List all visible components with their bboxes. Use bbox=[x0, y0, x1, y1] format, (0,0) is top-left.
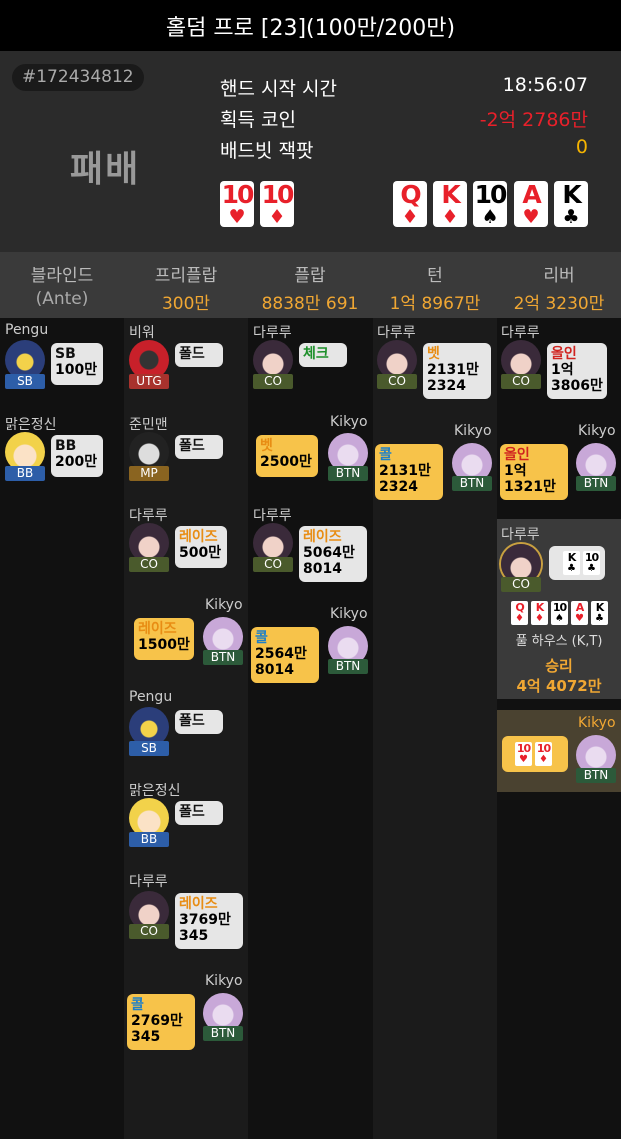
position-badge-co: CO bbox=[129, 557, 169, 572]
winner-name: 다루루 bbox=[501, 527, 540, 543]
street-blind: 블라인드 (Ante) bbox=[30, 266, 94, 309]
player-name: 다루루 bbox=[253, 325, 292, 341]
position-badge-utg: UTG bbox=[129, 374, 169, 389]
position-badge-mp: MP bbox=[129, 466, 169, 481]
position-badge-co: CO bbox=[253, 557, 293, 572]
action-bubble: 올인 1억 1321만 bbox=[500, 444, 568, 500]
best-hand-card-3: 10 ♠ bbox=[551, 601, 568, 625]
action-bubble: 체크 bbox=[299, 343, 347, 367]
coin-value: -2억 2786만 bbox=[479, 109, 588, 131]
position-badge-btn: BTN bbox=[203, 650, 243, 665]
action-bubble: 폴드 bbox=[175, 343, 223, 367]
best-hand-card-1: Q ♦ bbox=[511, 601, 528, 625]
turn-column bbox=[373, 318, 497, 1139]
action-bubble: 레이즈 3769만 345 bbox=[175, 893, 243, 949]
street-preflop: 프리플랍 300만 bbox=[154, 266, 218, 314]
hole-card-1: 10 ♥ bbox=[220, 180, 254, 228]
player-name: 다루루 bbox=[501, 325, 540, 341]
player-name: 다루루 bbox=[253, 508, 292, 524]
action-bubble: 레이즈 1500만 bbox=[134, 618, 194, 660]
loser-cards-bubble: 10 ♥ 10 ♦ bbox=[502, 736, 568, 772]
best-hand-card-4: A ♥ bbox=[571, 601, 588, 625]
position-badge-btn: BTN bbox=[203, 1026, 243, 1041]
position-badge-sb: SB bbox=[5, 374, 45, 389]
player-name: Kikyo bbox=[330, 414, 368, 430]
winner-card-2: 10 ♣ bbox=[583, 551, 600, 575]
player-name: Kikyo bbox=[205, 597, 243, 613]
position-badge-btn: BTN bbox=[576, 476, 616, 491]
player-name: Kikyo bbox=[205, 973, 243, 989]
position-badge-btn: BTN bbox=[328, 466, 368, 481]
action-bubble: 폴드 bbox=[175, 710, 223, 734]
action-bubble: 콜 2131만 2324 bbox=[375, 444, 443, 500]
position-badge-btn: BTN bbox=[328, 659, 368, 674]
position-badge-co: CO bbox=[501, 577, 541, 592]
title-bar: 홀덤 프로 [23](100만/200만) bbox=[0, 0, 621, 51]
player-name: 비워 bbox=[129, 325, 155, 341]
player-name: Kikyo bbox=[330, 606, 368, 622]
winner-card-1: K ♣ bbox=[563, 551, 580, 575]
hand-id-badge: #172434812 bbox=[12, 64, 144, 91]
action-bubble: 레이즈 500만 bbox=[175, 526, 227, 568]
player-name: 다루루 bbox=[129, 874, 168, 890]
action-bubble: 폴드 bbox=[175, 801, 223, 825]
action-bubble: 폴드 bbox=[175, 435, 223, 459]
position-badge-co: CO bbox=[253, 374, 293, 389]
street-river: 리버 2억 3230만 bbox=[513, 266, 605, 314]
player-name: 맑은정신 bbox=[129, 783, 181, 799]
loser-card-2: 10 ♦ bbox=[535, 742, 552, 766]
start-time-label: 핸드 시작 시간 bbox=[220, 78, 337, 100]
player-name: Kikyo bbox=[578, 423, 616, 439]
win-amount: 4억 4072만 bbox=[516, 677, 602, 695]
street-flop: 플랍 8838만 691 bbox=[261, 266, 359, 314]
position-badge-bb: BB bbox=[5, 466, 45, 481]
start-time-value: 18:56:07 bbox=[502, 74, 588, 96]
board-card-3: 10 ♠ bbox=[473, 180, 507, 228]
player-name: 다루루 bbox=[377, 325, 416, 341]
hole-card-2: 10 ♦ bbox=[260, 180, 294, 228]
street-turn: 턴 1억 8967만 bbox=[389, 266, 481, 314]
action-bubble: 콜 2769만 345 bbox=[127, 994, 195, 1050]
hand-result-label: 패배 bbox=[70, 149, 141, 190]
loser-name: Kikyo bbox=[578, 715, 616, 731]
action-bubble: 올인 1억 3806만 bbox=[547, 343, 607, 399]
jackpot-label: 배드빗 잭팟 bbox=[220, 140, 314, 162]
best-hand-card-5: K ♣ bbox=[591, 601, 608, 625]
board-card-2: K ♦ bbox=[433, 181, 467, 227]
loser-card-1: 10 ♥ bbox=[515, 742, 532, 766]
action-bubble: 벳 2131만 2324 bbox=[423, 343, 491, 399]
position-badge-btn: BTN bbox=[452, 476, 492, 491]
player-name: Pengu bbox=[129, 689, 173, 705]
player-name: Kikyo bbox=[454, 423, 492, 439]
jackpot-value: 0 bbox=[575, 136, 588, 158]
player-name: 준민맨 bbox=[129, 417, 168, 433]
player-name: 맑은정신 bbox=[5, 417, 57, 433]
win-label: 승리 bbox=[545, 657, 573, 675]
table-title: 홀덤 프로 [23](100만/200만) bbox=[165, 15, 456, 41]
winner-cards-bubble: K ♣ 10 ♣ bbox=[549, 546, 605, 580]
action-bubble: SB 100만 bbox=[51, 343, 103, 385]
board-card-1: Q ♦ bbox=[393, 181, 427, 227]
street-header-bar: 블라인드 (Ante) 프리플랍 300만 플랍 8838만 691 턴 1억 8967… bbox=[0, 252, 621, 318]
position-badge-co: CO bbox=[377, 374, 417, 389]
player-name: 다루루 bbox=[129, 508, 168, 524]
position-badge-btn: BTN bbox=[576, 768, 616, 783]
position-badge-co: CO bbox=[129, 924, 169, 939]
action-bubble: BB 200만 bbox=[51, 435, 103, 477]
action-bubble: 벳 2500만 bbox=[256, 435, 318, 477]
best-hand-card-2: K ♦ bbox=[531, 601, 548, 625]
player-name: Pengu bbox=[5, 322, 49, 338]
board-card-5: K ♣ bbox=[554, 181, 588, 227]
position-badge-co: CO bbox=[501, 374, 541, 389]
hand-name: 풀 하우스 (K,T) bbox=[515, 634, 603, 649]
action-bubble: 콜 2564만 8014 bbox=[251, 627, 319, 683]
board-card-4: A ♥ bbox=[514, 181, 548, 227]
action-bubble: 레이즈 5064만 8014 bbox=[299, 526, 367, 582]
position-badge-bb: BB bbox=[129, 832, 169, 847]
coin-label: 획득 코인 bbox=[220, 109, 296, 131]
position-badge-sb: SB bbox=[129, 741, 169, 756]
